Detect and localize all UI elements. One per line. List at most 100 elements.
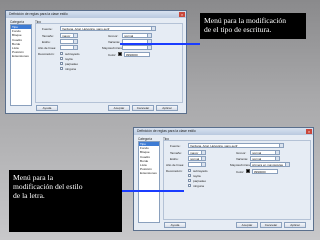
font-family-value: Verdana, Arial, Helvetica, sans-serif — [190, 144, 238, 148]
cancel-button[interactable]: Cancelar — [132, 105, 154, 111]
type-panel: Tipo Fuente: Verdana, Arial, Helvetica, … — [35, 20, 183, 103]
checkbox[interactable] — [188, 184, 191, 187]
callout-font-style: Menú para la modificación del estilo de … — [9, 170, 122, 232]
line-height-select[interactable] — [188, 162, 206, 167]
pointer-arrow-font — [120, 43, 200, 45]
decoration-option: ninguna — [65, 67, 77, 71]
apply-button[interactable]: Aplicar — [156, 105, 178, 111]
ok-button[interactable]: Aceptar — [236, 222, 258, 228]
weight-value: normal — [124, 34, 134, 38]
help-button[interactable]: Ayuda — [164, 222, 186, 228]
chevron-down-icon — [147, 46, 151, 49]
decoration-option: ninguna — [193, 184, 205, 188]
cancel-button[interactable]: Cancelar — [260, 222, 282, 228]
tamano-label: Tamaño: — [42, 34, 54, 38]
close-icon[interactable]: × — [306, 129, 312, 134]
decoration-option: subrayado — [193, 169, 208, 173]
color-field[interactable]: #990000 — [124, 52, 150, 57]
callout-line: modificación del estilo — [13, 182, 83, 191]
pointer-arrow-style — [122, 190, 184, 192]
size-select[interactable]: mayor — [188, 150, 206, 155]
text-transform-select[interactable] — [122, 45, 152, 50]
type-group: Fuente: Verdana, Arial, Helvetica, sans-… — [163, 140, 311, 220]
variante-label: Variante: — [108, 40, 121, 44]
chevron-down-icon — [151, 27, 155, 30]
css-rule-dialog-font: Definición de reglas para la clase estil… — [5, 10, 187, 114]
checkbox[interactable] — [60, 67, 63, 70]
weight-value: normal — [252, 151, 262, 155]
grosor-label: Grosor: — [236, 151, 247, 155]
close-icon[interactable]: × — [179, 12, 185, 17]
ok-button[interactable]: Aceptar — [108, 105, 130, 111]
type-panel: Tipo Fuente: Verdana, Arial, Helvetica, … — [163, 137, 311, 220]
checkbox[interactable] — [60, 57, 63, 60]
chevron-down-icon — [201, 157, 205, 160]
grosor-label: Grosor: — [108, 34, 119, 38]
text-transform-value: primera en mayúsculas — [252, 163, 284, 167]
callout-font-family: Menú para la modificación de el tipo de … — [200, 13, 306, 39]
color-label: Color: — [236, 170, 245, 174]
decoration-option: rayita — [193, 174, 201, 178]
checkbox[interactable] — [188, 174, 191, 177]
chevron-down-icon — [73, 46, 77, 49]
category-list: Tipo Fondo Bloque Cuadro Borde Lista Pos… — [138, 141, 160, 223]
category-item[interactable]: Extensiones — [139, 171, 159, 175]
chevron-down-icon — [201, 151, 205, 154]
css-rule-dialog-style: Definición de reglas para la clase estil… — [133, 127, 314, 231]
variant-value: normal — [252, 157, 262, 161]
decoration-option: parpadeo — [193, 179, 207, 183]
variant-select[interactable]: normal — [250, 156, 280, 161]
dialog-title: Definición de reglas para la clase estil… — [134, 128, 313, 135]
chevron-down-icon — [147, 34, 151, 37]
callout-line: de el tipo de escritura. — [204, 25, 272, 34]
decoration-option: subrayado — [65, 52, 80, 56]
color-value: #990000 — [254, 170, 266, 174]
decoracion-label: Decoración: — [38, 52, 55, 56]
weight-select[interactable]: normal — [122, 33, 152, 38]
alto-linea-label: Alto de línea: — [38, 46, 57, 50]
weight-select[interactable]: normal — [250, 150, 280, 155]
tamano-label: Tamaño: — [170, 151, 182, 155]
chevron-down-icon — [275, 151, 279, 154]
callout-line: Menú para la modificación — [204, 16, 287, 25]
style-select[interactable]: normal — [188, 156, 206, 161]
callout-line: de la letra. — [13, 191, 45, 200]
checkbox[interactable] — [188, 179, 191, 182]
apply-button[interactable]: Aplicar — [284, 222, 306, 228]
color-value: #990000 — [126, 53, 138, 57]
size-select[interactable]: mayor — [60, 33, 78, 38]
decoracion-label: Decoración: — [166, 169, 183, 173]
style-value: normal — [190, 157, 200, 161]
checkbox[interactable] — [188, 169, 191, 172]
chevron-down-icon — [73, 34, 77, 37]
estilo-label: Estilo: — [170, 157, 179, 161]
category-item[interactable]: Extensiones — [11, 54, 31, 58]
checkbox[interactable] — [60, 62, 63, 65]
size-value: mayor — [190, 151, 199, 155]
line-height-select[interactable] — [60, 45, 78, 50]
chevron-down-icon — [73, 40, 77, 43]
may-min-label: Mayúsc/minúsc: — [230, 163, 253, 167]
category-list: Tipo Fondo Bloque Cuadro Borde Lista Pos… — [10, 24, 32, 106]
fuente-label: Fuente: — [170, 144, 181, 148]
may-min-label: Mayúsc/minúsc: — [102, 46, 125, 50]
callout-line: Menú para la — [13, 173, 54, 182]
color-label: Color: — [108, 53, 117, 57]
fuente-label: Fuente: — [42, 27, 53, 31]
size-value: mayor — [62, 34, 71, 38]
help-button[interactable]: Ayuda — [36, 105, 58, 111]
font-family-value: Verdana, Arial, Helvetica, sans-serif — [62, 27, 110, 31]
font-family-select[interactable]: Verdana, Arial, Helvetica, sans-serif — [60, 26, 156, 31]
style-select[interactable] — [60, 39, 78, 44]
color-swatch[interactable] — [246, 169, 250, 173]
alto-linea-label: Alto de línea: — [166, 163, 185, 167]
estilo-label: Estilo: — [42, 40, 51, 44]
checkbox[interactable] — [60, 52, 63, 55]
color-field[interactable]: #990000 — [252, 169, 278, 174]
chevron-down-icon — [285, 163, 289, 166]
dialog-title: Definición de reglas para la clase estil… — [6, 11, 186, 18]
chevron-down-icon — [275, 157, 279, 160]
font-family-select[interactable]: Verdana, Arial, Helvetica, sans-serif — [188, 143, 284, 148]
color-swatch[interactable] — [118, 52, 122, 56]
text-transform-select[interactable]: primera en mayúsculas — [250, 162, 290, 167]
